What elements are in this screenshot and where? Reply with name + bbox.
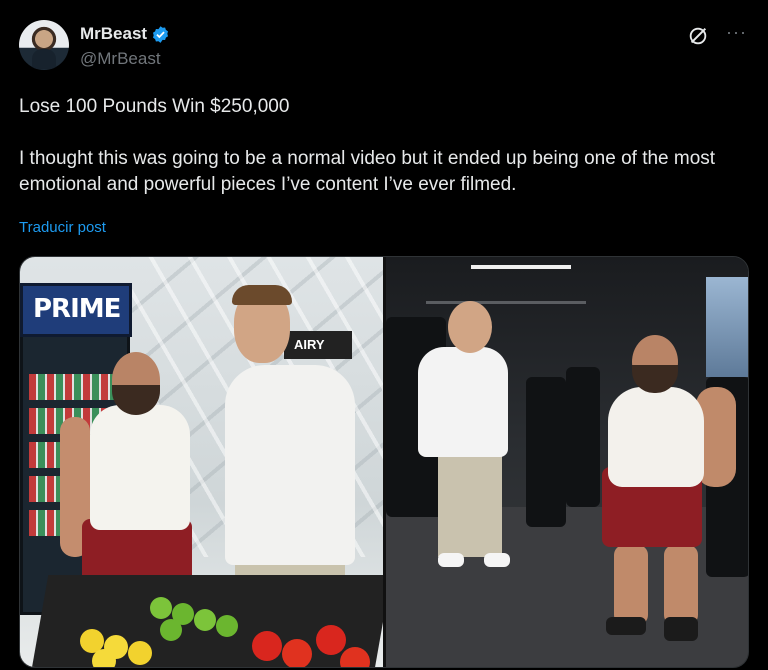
grok-icon[interactable] <box>687 25 709 47</box>
person-tank-top <box>608 387 704 487</box>
gym-machine <box>566 367 600 507</box>
person-head <box>448 301 492 353</box>
person-shoe <box>606 617 646 635</box>
person-pants <box>438 447 502 557</box>
person-shoe <box>664 617 698 641</box>
translate-post-link[interactable]: Traducir post <box>19 219 106 236</box>
tweet-media[interactable]: PRIME AIRY <box>19 256 749 668</box>
tweet-text: Lose 100 Pounds Win $250,000 I thought t… <box>19 94 749 198</box>
verified-badge-icon <box>153 25 169 43</box>
lemon <box>92 649 116 667</box>
ceiling-light <box>471 265 571 269</box>
person-tank-top <box>90 405 190 530</box>
tomato <box>282 639 312 667</box>
lime <box>216 615 238 637</box>
media-photo-right[interactable] <box>386 257 748 667</box>
person-shirt <box>225 365 355 565</box>
lime <box>150 597 172 619</box>
person-leg <box>664 545 698 625</box>
tweet-body: I thought this was going to be a normal … <box>19 148 716 195</box>
avatar[interactable] <box>19 20 69 70</box>
author-name-row: MrBeast <box>80 24 170 44</box>
tweet-title: Lose 100 Pounds Win $250,000 <box>19 96 290 117</box>
fridge-brand-sign: PRIME <box>20 283 132 337</box>
tweet-header: MrBeast @MrBeast ··· <box>19 20 749 72</box>
tomato <box>316 625 346 655</box>
media-photo-left[interactable]: PRIME AIRY <box>20 257 383 667</box>
person-shirt <box>418 347 508 457</box>
gym-window <box>706 277 748 377</box>
tomato <box>252 631 282 661</box>
person-leg <box>614 545 648 625</box>
person-shoe <box>484 553 510 567</box>
fridge-shelf <box>29 374 125 400</box>
ceiling-bar <box>426 301 586 304</box>
more-options-icon[interactable]: ··· <box>726 22 747 43</box>
author-display-name[interactable]: MrBeast <box>80 24 147 44</box>
person-hair <box>232 285 292 305</box>
store-sign: AIRY <box>284 331 352 359</box>
person-shoe <box>438 553 464 567</box>
fridge-brand-text: PRIME <box>33 294 121 324</box>
gym-machine <box>526 377 566 527</box>
lemon <box>128 641 152 665</box>
lime <box>194 609 216 631</box>
author-handle[interactable]: @MrBeast <box>80 49 161 69</box>
lime <box>160 619 182 641</box>
